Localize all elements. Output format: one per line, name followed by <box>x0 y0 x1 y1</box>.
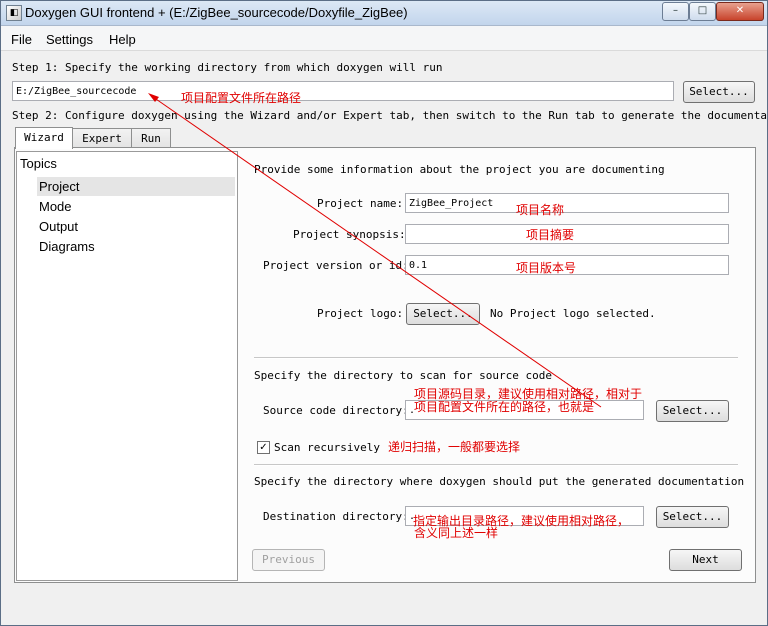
doxygen-window: ◧ Doxygen GUI frontend + (E:/ZigBee_sour… <box>0 0 768 626</box>
tab-wizard[interactable]: Wizard <box>15 127 73 149</box>
annotation-arrow <box>148 93 602 408</box>
annotation-arrow-line <box>152 96 602 408</box>
annotation-arrow-head <box>148 93 159 102</box>
